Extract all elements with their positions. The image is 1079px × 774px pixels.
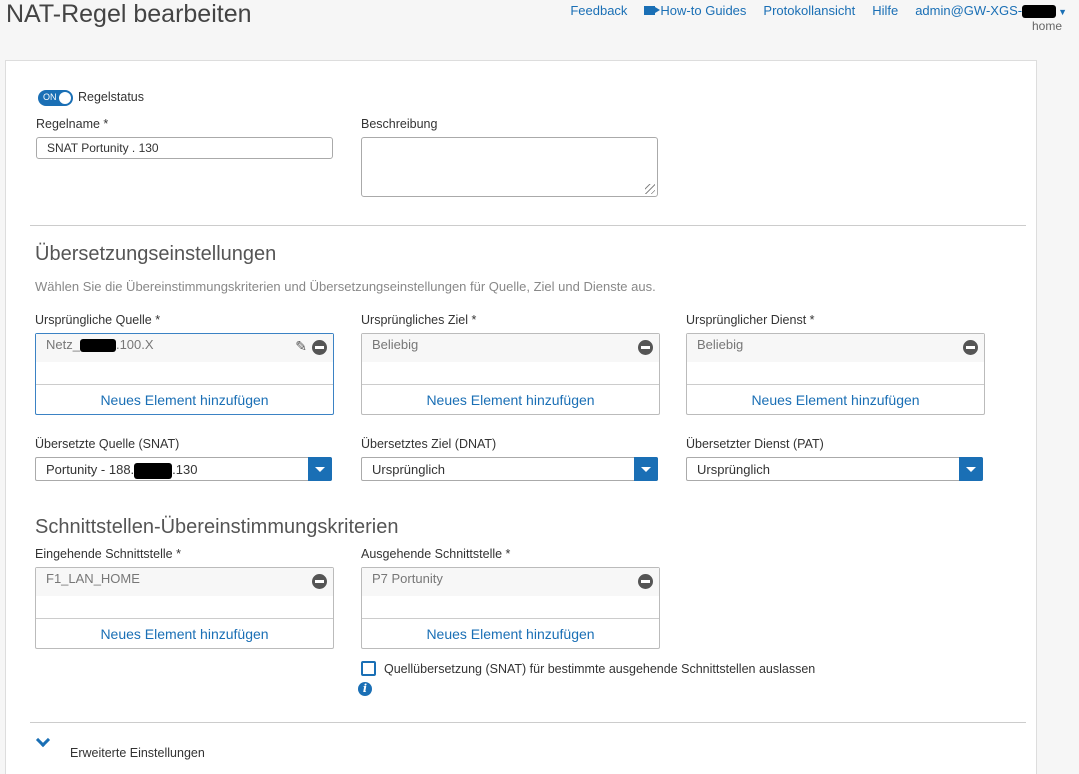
log-viewer-link[interactable]: Protokollansicht bbox=[763, 3, 855, 18]
list-item-label: F1_LAN_HOME bbox=[46, 571, 140, 586]
list-item[interactable]: Beliebig bbox=[687, 334, 984, 362]
rule-name-label: Regelname * bbox=[36, 117, 109, 131]
translation-section-title: Übersetzungseinstellungen bbox=[35, 243, 277, 265]
translated-source-select[interactable]: Portunity - 188. .130 bbox=[35, 457, 332, 481]
skip-snat-label: Quellübersetzung (SNAT) für bestimmte au… bbox=[384, 662, 816, 676]
remove-icon[interactable] bbox=[963, 340, 978, 355]
user-domain: home bbox=[1031, 19, 1062, 33]
section-divider bbox=[30, 225, 1026, 226]
translation-section-description: Wählen Sie die Übereinstimmungskriterien… bbox=[35, 279, 656, 294]
help-link[interactable]: Hilfe bbox=[872, 3, 898, 18]
inbound-interface-list[interactable]: F1_LAN_HOME Neues Element hinzufügen bbox=[35, 567, 334, 649]
outbound-interface-list[interactable]: P7 Portunity Neues Element hinzufügen bbox=[361, 567, 660, 649]
description-label: Beschreibung bbox=[361, 117, 438, 131]
how-to-guides-link[interactable]: How-to Guides bbox=[644, 3, 746, 18]
chevron-down-icon[interactable] bbox=[35, 732, 51, 748]
advanced-settings-toggle[interactable]: Erweiterte Einstellungen bbox=[70, 746, 205, 760]
rule-name-input[interactable]: SNAT Portunity . 130 bbox=[36, 137, 333, 159]
outbound-interface-label: Ausgehende Schnittstelle * bbox=[361, 547, 511, 561]
dropdown-arrow-icon[interactable] bbox=[634, 457, 658, 481]
list-item-label: Beliebig bbox=[372, 337, 419, 352]
list-item-label: P7 Portunity bbox=[372, 571, 443, 586]
translated-service-select[interactable]: Ursprünglich bbox=[686, 457, 983, 481]
translated-destination-label: Übersetztes Ziel (DNAT) bbox=[361, 437, 497, 451]
add-service-button[interactable]: Neues Element hinzufügen bbox=[687, 384, 984, 414]
pencil-icon[interactable]: ✎ bbox=[295, 338, 307, 355]
list-item-label-end: .100.X bbox=[115, 337, 154, 352]
user-menu[interactable]: admin@GW-XGS- ▼ bbox=[915, 3, 1067, 19]
select-value-start: Portunity - 188. bbox=[46, 462, 135, 477]
original-destination-list[interactable]: Beliebig Neues Element hinzufügen bbox=[361, 333, 660, 415]
original-source-list[interactable]: Netz_ .100.X ✎ Neues Element hinzufügen bbox=[35, 333, 334, 415]
interface-section-title: Schnittstellen-Übereinstimmungskriterien bbox=[35, 516, 399, 538]
dropdown-arrow-icon[interactable] bbox=[959, 457, 983, 481]
list-item[interactable]: Netz_ .100.X ✎ bbox=[36, 334, 333, 362]
description-textarea[interactable] bbox=[361, 137, 658, 197]
list-item[interactable]: P7 Portunity bbox=[362, 568, 659, 596]
translated-service-label: Übersetzter Dienst (PAT) bbox=[686, 437, 824, 451]
original-service-label: Ursprünglicher Dienst * bbox=[686, 313, 815, 327]
select-value: Ursprünglich bbox=[372, 462, 445, 477]
page-title: NAT-Regel bearbeiten bbox=[6, 0, 252, 28]
redaction-bar bbox=[134, 462, 173, 479]
select-value: Ursprünglich bbox=[697, 462, 770, 477]
add-destination-button[interactable]: Neues Element hinzufügen bbox=[362, 384, 659, 414]
select-value-end: .130 bbox=[172, 462, 198, 477]
remove-icon[interactable] bbox=[312, 340, 327, 355]
video-camera-icon bbox=[644, 6, 661, 16]
remove-icon[interactable] bbox=[638, 340, 653, 355]
original-service-list[interactable]: Beliebig Neues Element hinzufügen bbox=[686, 333, 985, 415]
info-icon[interactable]: i bbox=[358, 682, 372, 696]
redaction-bar bbox=[1022, 5, 1057, 19]
list-item[interactable]: Beliebig bbox=[362, 334, 659, 362]
add-inbound-interface-button[interactable]: Neues Element hinzufügen bbox=[36, 618, 333, 648]
nat-rule-form: ON Regelstatus Regelname * SNAT Portunit… bbox=[5, 60, 1037, 774]
chevron-down-icon: ▼ bbox=[1058, 7, 1067, 17]
inbound-interface-label: Eingehende Schnittstelle * bbox=[35, 547, 181, 561]
original-source-label: Ursprüngliche Quelle * bbox=[35, 313, 161, 327]
list-item-label-start: Netz_ bbox=[46, 337, 80, 352]
original-destination-label: Ursprüngliches Ziel * bbox=[361, 313, 477, 327]
add-source-button[interactable]: Neues Element hinzufügen bbox=[36, 384, 333, 414]
list-item-label: Beliebig bbox=[697, 337, 744, 352]
toggle-state: ON bbox=[43, 92, 57, 102]
redaction-bar bbox=[79, 339, 116, 353]
dropdown-arrow-icon[interactable] bbox=[308, 457, 332, 481]
skip-snat-checkbox[interactable] bbox=[361, 661, 376, 676]
remove-icon[interactable] bbox=[312, 574, 327, 589]
rule-status-toggle[interactable]: ON bbox=[38, 90, 73, 106]
how-to-guides-label: How-to Guides bbox=[660, 3, 747, 18]
add-outbound-interface-button[interactable]: Neues Element hinzufügen bbox=[362, 618, 659, 648]
rule-status-label: Regelstatus bbox=[78, 90, 145, 104]
top-navigation: Feedback How-to Guides Protokollansicht … bbox=[570, 3, 1067, 19]
user-name: admin@GW-XGS- bbox=[915, 3, 1023, 18]
section-divider bbox=[30, 722, 1026, 723]
toggle-knob bbox=[59, 92, 71, 104]
resize-handle-icon[interactable] bbox=[645, 184, 655, 194]
translated-source-label: Übersetzte Quelle (SNAT) bbox=[35, 437, 180, 451]
feedback-link[interactable]: Feedback bbox=[570, 3, 627, 18]
translated-destination-select[interactable]: Ursprünglich bbox=[361, 457, 658, 481]
remove-icon[interactable] bbox=[638, 574, 653, 589]
list-item[interactable]: F1_LAN_HOME bbox=[36, 568, 333, 596]
